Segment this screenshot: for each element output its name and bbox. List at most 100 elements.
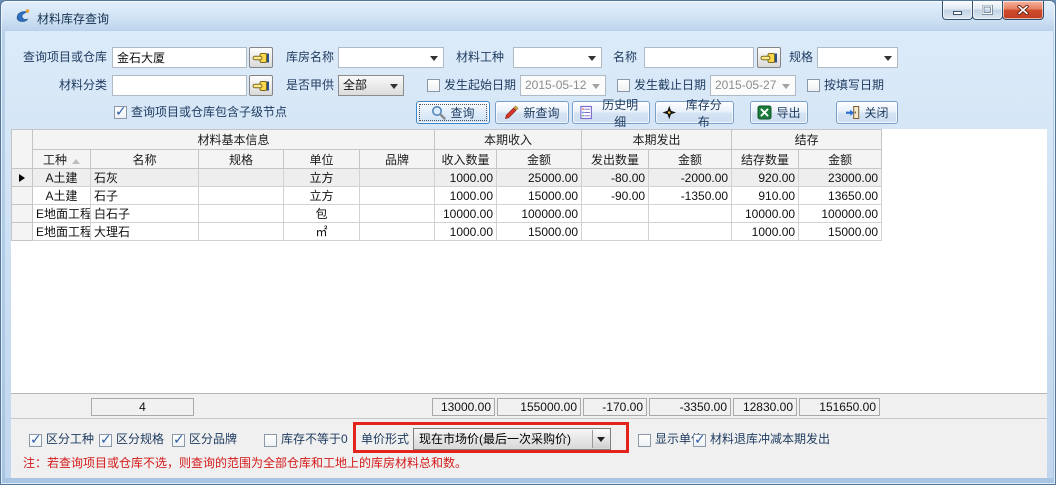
- table-row[interactable]: E地面工程白石子包10000.00100000.0010000.00100000…: [12, 205, 882, 223]
- table-cell[interactable]: 15000.00: [497, 187, 582, 205]
- table-cell[interactable]: 白石子: [91, 205, 199, 223]
- end-date-checkbox[interactable]: [617, 79, 630, 92]
- table-cell[interactable]: [360, 187, 435, 205]
- table-cell[interactable]: 石灰: [91, 169, 199, 187]
- table-cell[interactable]: 10000.00: [732, 205, 799, 223]
- column-header[interactable]: 金额: [799, 150, 882, 169]
- column-header[interactable]: 工种: [33, 150, 91, 169]
- table-cell[interactable]: 1000.00: [435, 223, 497, 241]
- new-query-button[interactable]: 新查询: [495, 101, 569, 124]
- include-children-checkbox[interactable]: [114, 106, 127, 119]
- table-cell[interactable]: 10000.00: [435, 205, 497, 223]
- stock-distribution-button[interactable]: 库存分布: [655, 101, 734, 124]
- table-cell[interactable]: [360, 223, 435, 241]
- table-cell[interactable]: [582, 205, 649, 223]
- table-cell[interactable]: 15000.00: [497, 223, 582, 241]
- include-children-label: 查询项目或仓库包含子级节点: [131, 102, 287, 123]
- column-header[interactable]: 发出数量: [582, 150, 649, 169]
- column-header[interactable]: 名称: [91, 150, 199, 169]
- table-cell[interactable]: -90.00: [582, 187, 649, 205]
- column-header[interactable]: 品牌: [360, 150, 435, 169]
- warehouse-combobox[interactable]: [338, 47, 444, 68]
- query-button[interactable]: 查询: [416, 101, 490, 124]
- table-cell[interactable]: A土建: [33, 169, 91, 187]
- spec-combobox[interactable]: [817, 47, 898, 68]
- close-form-button[interactable]: 关闭: [836, 101, 898, 124]
- column-header[interactable]: 金额: [497, 150, 582, 169]
- table-cell[interactable]: -80.00: [582, 169, 649, 187]
- table-cell[interactable]: -2000.00: [649, 169, 732, 187]
- table-cell[interactable]: -1350.00: [649, 187, 732, 205]
- table-cell[interactable]: [360, 169, 435, 187]
- table-cell[interactable]: ㎡: [284, 223, 360, 241]
- return-offset-checkbox[interactable]: [693, 434, 706, 447]
- table-cell[interactable]: 15000.00: [799, 223, 882, 241]
- category-picker-button[interactable]: [249, 75, 273, 96]
- table-cell[interactable]: E地面工程: [33, 205, 91, 223]
- project-picker-button[interactable]: [249, 47, 273, 68]
- table-row[interactable]: A土建石灰 立方 1000.0025000.00-80.00-2000.00920.…: [12, 169, 882, 187]
- category-input[interactable]: [112, 75, 247, 96]
- summary-bar: 4 13000.00 155000.00 -170.00 -3350.00 12…: [11, 393, 1047, 419]
- table-cell[interactable]: 1000.00: [732, 223, 799, 241]
- distinguish-worktype-checkbox[interactable]: [29, 434, 42, 447]
- table-cell[interactable]: 包: [284, 205, 360, 223]
- table-cell[interactable]: 100000.00: [799, 205, 882, 223]
- table-cell[interactable]: 25000.00: [497, 169, 582, 187]
- table-cell[interactable]: [649, 205, 732, 223]
- material-name-input[interactable]: [644, 47, 754, 68]
- end-date-picker[interactable]: 2015-05-27: [710, 75, 796, 96]
- row-selector[interactable]: [12, 187, 33, 205]
- table-cell[interactable]: 13650.00: [799, 187, 882, 205]
- start-date-picker[interactable]: 2015-05-12: [520, 75, 606, 96]
- table-cell[interactable]: [199, 187, 284, 205]
- table-row[interactable]: E地面工程大理石㎡1000.0015000.001000.0015000.00: [12, 223, 882, 241]
- column-header[interactable]: 收入数量: [435, 150, 497, 169]
- table-cell[interactable]: 1000.00: [435, 187, 497, 205]
- material-name-picker-button[interactable]: [757, 47, 781, 68]
- row-selector[interactable]: [12, 223, 33, 241]
- stock-nonzero-checkbox[interactable]: [264, 434, 277, 447]
- maximize-button[interactable]: [972, 1, 1003, 20]
- history-detail-button[interactable]: 历史明细: [572, 101, 650, 124]
- app-window: 材料库存查询 查询项目或仓库 库房名称 材料工种 名称 规格 材料分类 是否甲供: [0, 0, 1056, 485]
- row-selector[interactable]: [12, 205, 33, 223]
- table-cell[interactable]: E地面工程: [33, 223, 91, 241]
- export-button[interactable]: 导出: [750, 101, 808, 124]
- table-cell[interactable]: 920.00: [732, 169, 799, 187]
- fill-date-checkbox[interactable]: [807, 79, 820, 92]
- table-cell[interactable]: 23000.00: [799, 169, 882, 187]
- chevron-down-icon[interactable]: [592, 430, 609, 448]
- table-cell[interactable]: 石子: [91, 187, 199, 205]
- table-cell[interactable]: [199, 169, 284, 187]
- table-cell[interactable]: [199, 205, 284, 223]
- distinguish-spec-checkbox[interactable]: [99, 434, 112, 447]
- group-header: 本期收入: [435, 130, 582, 150]
- table-cell[interactable]: [582, 223, 649, 241]
- column-header[interactable]: 规格: [199, 150, 284, 169]
- show-price-checkbox[interactable]: [638, 434, 651, 447]
- table-cell[interactable]: 100000.00: [497, 205, 582, 223]
- minimize-button[interactable]: [942, 1, 973, 20]
- column-header[interactable]: 结存数量: [732, 150, 799, 169]
- supply-combobox[interactable]: 全部: [338, 75, 404, 96]
- project-input[interactable]: [112, 47, 247, 68]
- table-cell[interactable]: [649, 223, 732, 241]
- price-mode-combobox[interactable]: 现在市场价(最后一次采购价): [413, 428, 611, 450]
- table-row[interactable]: A土建石子 立方 1000.0015000.00-90.00-1350.00910.…: [12, 187, 882, 205]
- table-cell[interactable]: 大理石: [91, 223, 199, 241]
- start-date-checkbox[interactable]: [427, 79, 440, 92]
- table-cell[interactable]: [199, 223, 284, 241]
- column-header[interactable]: 金额: [649, 150, 732, 169]
- table-cell[interactable]: [360, 205, 435, 223]
- table-cell[interactable]: 910.00: [732, 187, 799, 205]
- table-cell[interactable]: 1000.00: [435, 169, 497, 187]
- distinguish-brand-checkbox[interactable]: [172, 434, 185, 447]
- row-selector[interactable]: [12, 169, 33, 187]
- worktype-combobox[interactable]: [513, 47, 602, 68]
- table-cell[interactable]: A土建: [33, 187, 91, 205]
- close-button[interactable]: [1002, 1, 1044, 20]
- column-header[interactable]: 单位: [284, 150, 360, 169]
- table-cell[interactable]: 立方: [284, 169, 360, 187]
- table-cell[interactable]: 立方: [284, 187, 360, 205]
